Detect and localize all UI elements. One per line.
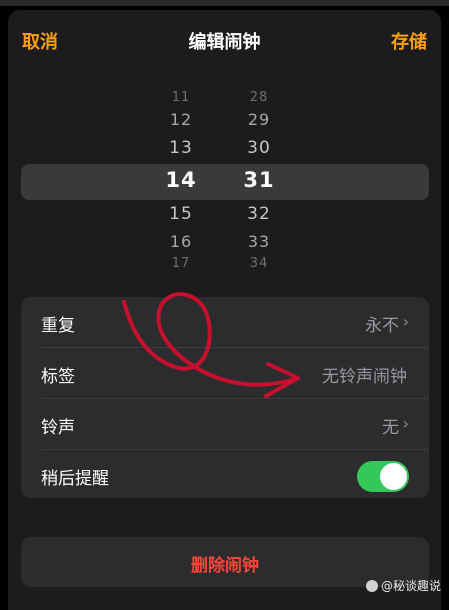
settings-group: 重复 永不 › 标签 无铃声闹钟 铃声 无 › 稍后提醒 bbox=[21, 297, 429, 498]
minute-option: 28 bbox=[249, 90, 269, 105]
sound-value: 无 bbox=[382, 418, 399, 438]
watermark: @秘谈趣说 bbox=[365, 577, 441, 594]
sound-label: 铃声 bbox=[41, 418, 75, 438]
snooze-toggle[interactable] bbox=[357, 461, 409, 492]
hour-selected: 14 bbox=[165, 168, 197, 192]
repeat-label: 重复 bbox=[41, 316, 75, 336]
save-button[interactable]: 存储 bbox=[391, 28, 427, 54]
repeat-value: 永不 bbox=[365, 316, 399, 336]
hour-option: 11 bbox=[171, 90, 191, 105]
watermark-logo-icon bbox=[365, 580, 378, 592]
minute-option: 34 bbox=[249, 256, 269, 271]
minute-option: 32 bbox=[247, 204, 271, 224]
chevron-right-icon: › bbox=[402, 414, 409, 433]
hour-option: 17 bbox=[171, 256, 191, 271]
hour-option: 12 bbox=[169, 110, 193, 129]
label-label: 标签 bbox=[41, 367, 75, 387]
minute-option: 29 bbox=[247, 110, 271, 129]
minute-option: 30 bbox=[247, 138, 271, 158]
picker-selection-band bbox=[21, 164, 429, 200]
hour-option: 15 bbox=[169, 204, 193, 224]
chevron-right-icon: › bbox=[402, 312, 409, 331]
minute-wheel[interactable]: 28 29 30 31 32 33 34 bbox=[229, 90, 289, 271]
sound-row[interactable]: 铃声 无 › bbox=[21, 399, 429, 449]
hour-option: 13 bbox=[169, 138, 193, 158]
toggle-knob bbox=[380, 463, 407, 490]
hour-option: 16 bbox=[169, 232, 193, 251]
hour-wheel[interactable]: 11 12 13 14 15 16 17 bbox=[151, 90, 211, 271]
delete-alarm-label: 删除闹钟 bbox=[191, 556, 259, 576]
minute-option: 33 bbox=[247, 232, 271, 251]
watermark-text: @秘谈趣说 bbox=[380, 579, 441, 593]
repeat-row[interactable]: 重复 永不 › bbox=[21, 297, 429, 347]
label-value[interactable]: 无铃声闹钟 bbox=[322, 362, 407, 387]
page-title: 编辑闹钟 bbox=[188, 32, 261, 53]
snooze-row: 稍后提醒 bbox=[21, 450, 429, 498]
minute-selected: 31 bbox=[243, 168, 275, 192]
label-row[interactable]: 标签 无铃声闹钟 bbox=[21, 348, 429, 398]
snooze-label: 稍后提醒 bbox=[41, 469, 109, 489]
status-strip bbox=[0, 0, 449, 6]
